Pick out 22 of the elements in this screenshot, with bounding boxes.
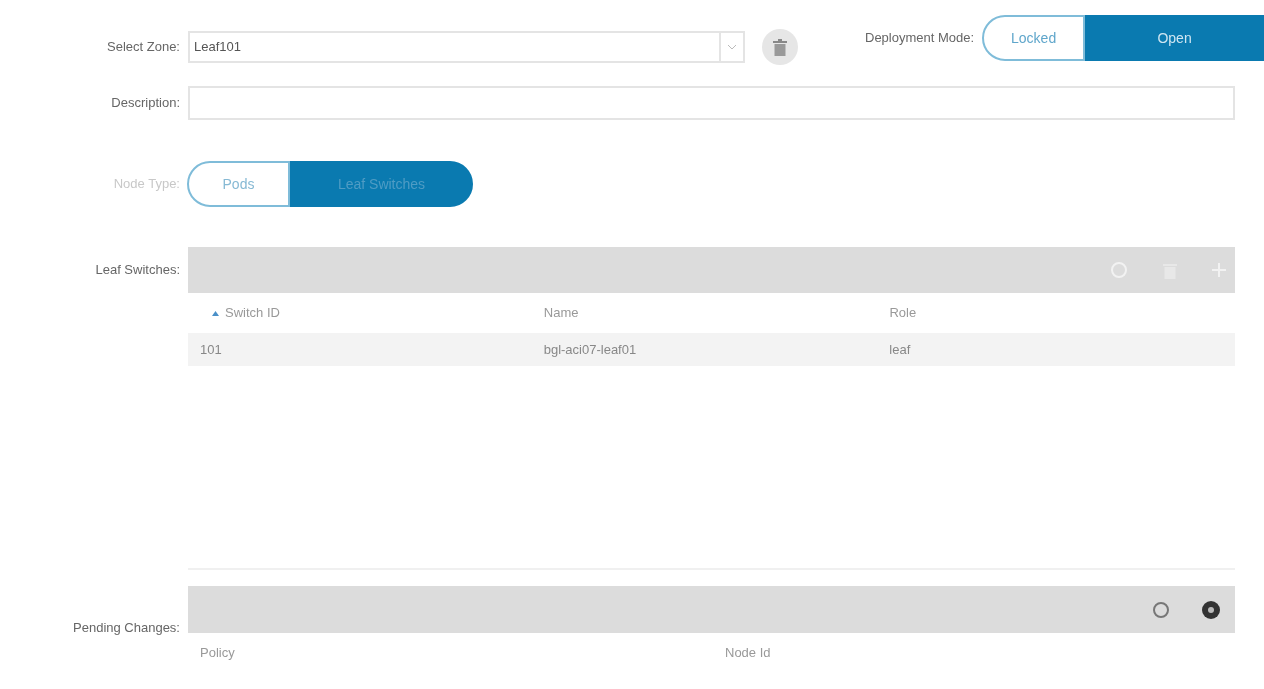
column-header[interactable]: Name <box>543 305 579 321</box>
field-label: Description: <box>111 94 180 113</box>
field-label: Deployment Mode: <box>865 29 975 48</box>
table-cell-text: bgl-aci07-leaf01 <box>543 340 638 359</box>
column-header[interactable]: Node Id <box>725 643 1235 663</box>
chevron-down-icon <box>727 44 737 50</box>
table-cell-text: leaf <box>889 340 912 359</box>
zone-select[interactable]: Leaf101 <box>188 31 745 63</box>
delete-button[interactable] <box>762 29 798 65</box>
segment-option[interactable]: Locked <box>982 15 1086 61</box>
description-field[interactable] <box>188 86 1235 120</box>
segment-option[interactable]: Open <box>1085 15 1264 61</box>
field-label: Pending Changes: <box>73 619 180 637</box>
column-header[interactable]: Policy <box>188 643 725 663</box>
column-header[interactable]: Switch ID <box>225 303 280 323</box>
trash-icon <box>773 38 787 56</box>
column-header[interactable]: Role <box>889 305 917 321</box>
table-row[interactable]: 101 bgl-aci07-leaf01 leaf <box>188 333 1235 366</box>
field-label: Select Zone: <box>107 38 180 57</box>
field-label: Leaf Switches: <box>95 261 180 279</box>
table-cell-text: 101 <box>199 340 223 359</box>
refresh-icon[interactable] <box>1151 599 1171 620</box>
